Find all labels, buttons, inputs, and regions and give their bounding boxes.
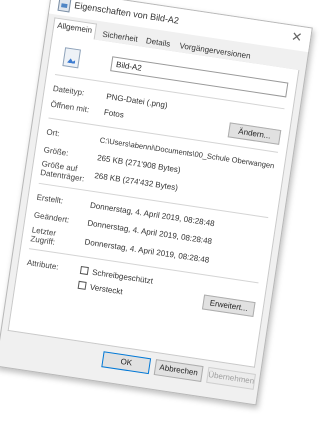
opens-with-value: Fotos <box>103 107 125 120</box>
size-on-disk-label: Größe auf Datenträger: <box>39 159 86 184</box>
location-label: Ort: <box>45 127 61 139</box>
hidden-label: Versteckt <box>89 282 124 297</box>
attributes-label: Attribute: <box>26 257 60 272</box>
type-label: Dateityp: <box>52 83 85 98</box>
advanced-button[interactable]: Erweitert... <box>201 294 256 318</box>
accessed-label: Letzter Zugriff: <box>29 225 57 247</box>
modified-label: Geändert: <box>33 210 70 225</box>
png-file-icon <box>62 47 81 69</box>
created-label: Erstellt: <box>36 192 64 206</box>
readonly-label: Schreibgeschützt <box>91 267 154 286</box>
apply-button[interactable]: Übernehmen <box>206 366 256 390</box>
size-label: Größe: <box>43 145 70 158</box>
size-value: 265 KB (271'908 Bytes) <box>96 153 182 175</box>
close-icon[interactable]: ✕ <box>290 29 303 45</box>
ok-button[interactable]: OK <box>101 351 152 375</box>
image-file-icon <box>57 0 72 13</box>
cancel-button[interactable]: Abbrechen <box>153 359 204 383</box>
hidden-checkbox[interactable] <box>77 280 87 290</box>
type-value: PNG-Datei (.png) <box>105 91 169 110</box>
properties-dialog: Eigenschaften von Bild-A2 ✕ Allgemein Si… <box>0 0 313 406</box>
readonly-checkbox[interactable] <box>79 265 89 276</box>
opens-with-label: Öffnen mit: <box>49 99 90 115</box>
general-panel: Dateityp: PNG-Datei (.png) Öffnen mit: F… <box>7 33 300 368</box>
change-button[interactable]: Ändern... <box>227 122 282 145</box>
size-on-disk-value: 268 KB (274'432 Bytes) <box>93 171 179 193</box>
